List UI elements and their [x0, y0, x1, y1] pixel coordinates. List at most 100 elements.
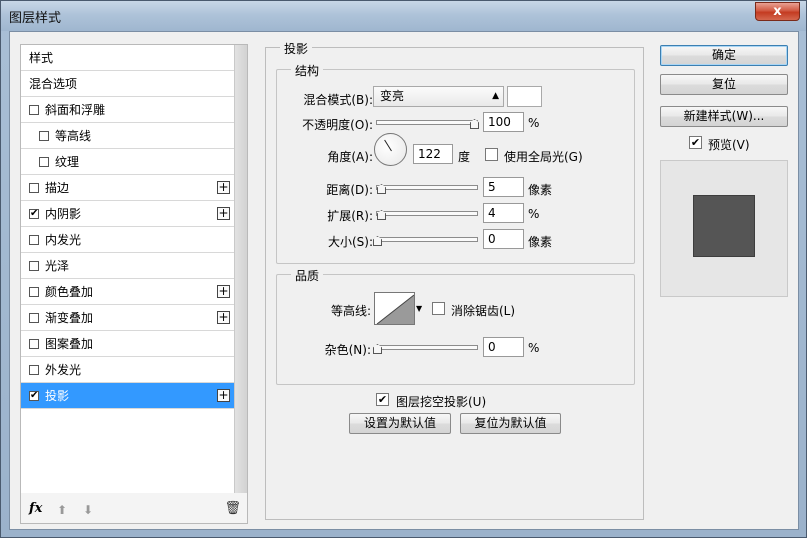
style-item-label: 投影 [45, 389, 70, 403]
style-item-checkbox[interactable] [29, 364, 39, 375]
noise-slider-track[interactable] [376, 345, 478, 350]
quality-group: 品质 等高线: ▼ 消除锯齿(L) 杂色(N): 0 % [276, 267, 635, 385]
style-item-label: 颜色叠加 [45, 285, 94, 299]
trash-icon[interactable]: 🗑 [224, 501, 241, 516]
structure-group: 结构 混合模式(B): 变亮 ▲ 不透明度(O): 100 % 角度(A): 1… [276, 62, 635, 264]
style-list: 样式混合选项斜面和浮雕等高线纹理描边 + ✔ 内阴影 + 内发光光泽颜色叠加 + 渐变叠加 + 图… [20, 44, 248, 524]
style-list-item[interactable]: 纹理 [21, 149, 234, 175]
style-list-items: 样式混合选项斜面和浮雕等高线纹理描边 + ✔ 内阴影 + 内发光光泽颜色叠加 + 渐变叠加 + 图… [21, 45, 234, 493]
style-item-checkbox[interactable] [29, 234, 39, 245]
style-item-checkbox[interactable]: ✔ [29, 390, 39, 401]
blend-mode-select[interactable]: 变亮 ▲ [373, 86, 504, 107]
size-unit: 像素 [528, 235, 553, 249]
spread-slider-track[interactable] [376, 211, 478, 216]
spread-input[interactable]: 4 [483, 203, 524, 223]
global-light-label: 使用全局光(G) [504, 150, 583, 164]
make-default-button[interactable]: 设置为默认值 [349, 413, 451, 434]
style-item-checkbox[interactable] [29, 312, 39, 323]
style-list-footer: fx ⬆ ⬇ 🗑 [21, 497, 247, 523]
contour-picker[interactable] [374, 292, 415, 325]
reset-button[interactable]: 复位 [660, 74, 788, 95]
shadow-color-swatch[interactable] [507, 86, 542, 107]
style-item-label: 内阴影 [45, 207, 82, 221]
style-item-checkbox[interactable] [39, 156, 49, 167]
style-list-item[interactable]: ✔ 投影 + [21, 383, 234, 409]
arrow-up-icon[interactable]: ⬆ [57, 503, 67, 517]
contour-dropdown-icon[interactable]: ▼ [416, 292, 424, 325]
noise-unit: % [528, 341, 540, 355]
size-input[interactable]: 0 [483, 229, 524, 249]
style-item-label: 图案叠加 [45, 337, 94, 351]
size-slider-track[interactable] [376, 237, 478, 242]
style-list-item[interactable]: ✔ 内阴影 + [21, 201, 234, 227]
style-list-item[interactable]: 外发光 [21, 357, 234, 383]
style-item-label: 渐变叠加 [45, 311, 94, 325]
noise-input[interactable]: 0 [483, 337, 524, 357]
new-style-button[interactable]: 新建样式(W)... [660, 106, 788, 127]
knockout-checkbox[interactable]: ✔ [376, 393, 389, 406]
style-item-label: 混合选项 [29, 77, 78, 91]
structure-title: 结构 [291, 62, 324, 79]
contour-label: 等高线: [330, 304, 371, 318]
noise-label: 杂色(N): [324, 343, 371, 357]
style-item-checkbox[interactable] [29, 104, 39, 115]
style-item-checkbox[interactable] [29, 286, 39, 297]
window-title: 图层样式 [9, 11, 62, 26]
style-item-checkbox[interactable]: ✔ [29, 208, 39, 219]
style-item-checkbox[interactable] [29, 260, 39, 271]
quality-title: 品质 [291, 267, 324, 284]
knockout-label: 图层挖空投影(U) [396, 395, 487, 409]
ok-button[interactable]: 确定 [660, 45, 788, 66]
angle-input[interactable]: 122 [413, 144, 453, 164]
preview-swatch [693, 195, 755, 257]
add-effect-icon[interactable]: + [217, 285, 230, 298]
style-list-item[interactable]: 光泽 [21, 253, 234, 279]
spread-unit: % [528, 207, 540, 221]
style-item-label: 纹理 [55, 155, 80, 169]
distance-label: 距离(D): [326, 183, 373, 197]
arrow-down-icon[interactable]: ⬇ [83, 503, 93, 517]
style-item-label: 外发光 [45, 363, 82, 377]
angle-label: 角度(A): [327, 150, 373, 164]
anti-alias-checkbox[interactable] [432, 302, 445, 315]
add-effect-icon[interactable]: + [217, 181, 230, 194]
style-list-item[interactable]: 等高线 [21, 123, 234, 149]
style-list-item[interactable]: 颜色叠加 + [21, 279, 234, 305]
distance-input[interactable]: 5 [483, 177, 524, 197]
reset-default-button[interactable]: 复位为默认值 [460, 413, 561, 434]
preview-label: 预览(V) [708, 138, 750, 152]
style-list-item[interactable]: 斜面和浮雕 [21, 97, 234, 123]
add-effect-icon[interactable]: + [217, 389, 230, 402]
style-list-item[interactable]: 内发光 [21, 227, 234, 253]
style-list-item[interactable]: 渐变叠加 + [21, 305, 234, 331]
style-list-item[interactable]: 混合选项 [21, 71, 234, 97]
style-list-item[interactable]: 图案叠加 [21, 331, 234, 357]
distance-slider-track[interactable] [376, 185, 478, 190]
style-list-item[interactable]: 描边 + [21, 175, 234, 201]
fx-button[interactable]: fx [29, 501, 42, 516]
dialog-client-area: 样式混合选项斜面和浮雕等高线纹理描边 + ✔ 内阴影 + 内发光光泽颜色叠加 + 渐变叠加 + 图… [9, 31, 799, 530]
style-item-label: 斜面和浮雕 [45, 103, 106, 117]
style-item-label: 光泽 [45, 259, 70, 273]
style-list-item[interactable]: 样式 [21, 45, 234, 71]
style-list-scrollbar[interactable] [234, 45, 247, 493]
size-label: 大小(S): [327, 235, 373, 249]
contour-curve-icon [376, 294, 414, 324]
opacity-slider-track[interactable] [376, 120, 478, 125]
blend-mode-value: 变亮 [380, 89, 405, 103]
close-button[interactable]: x [755, 2, 800, 21]
style-item-checkbox[interactable] [39, 130, 49, 141]
add-effect-icon[interactable]: + [217, 311, 230, 324]
title-bar[interactable]: 图层样式 x [1, 1, 806, 31]
style-item-label: 样式 [29, 51, 54, 65]
global-light-checkbox[interactable] [485, 148, 498, 161]
distance-unit: 像素 [528, 183, 553, 197]
style-item-checkbox[interactable] [29, 182, 39, 193]
select-caret-icon: ▲ [492, 91, 499, 101]
add-effect-icon[interactable]: + [217, 207, 230, 220]
opacity-input[interactable]: 100 [483, 112, 524, 132]
angle-dial[interactable] [374, 133, 407, 166]
preview-checkbox[interactable]: ✔ [689, 136, 702, 149]
style-item-label: 描边 [45, 181, 70, 195]
style-item-checkbox[interactable] [29, 338, 39, 349]
